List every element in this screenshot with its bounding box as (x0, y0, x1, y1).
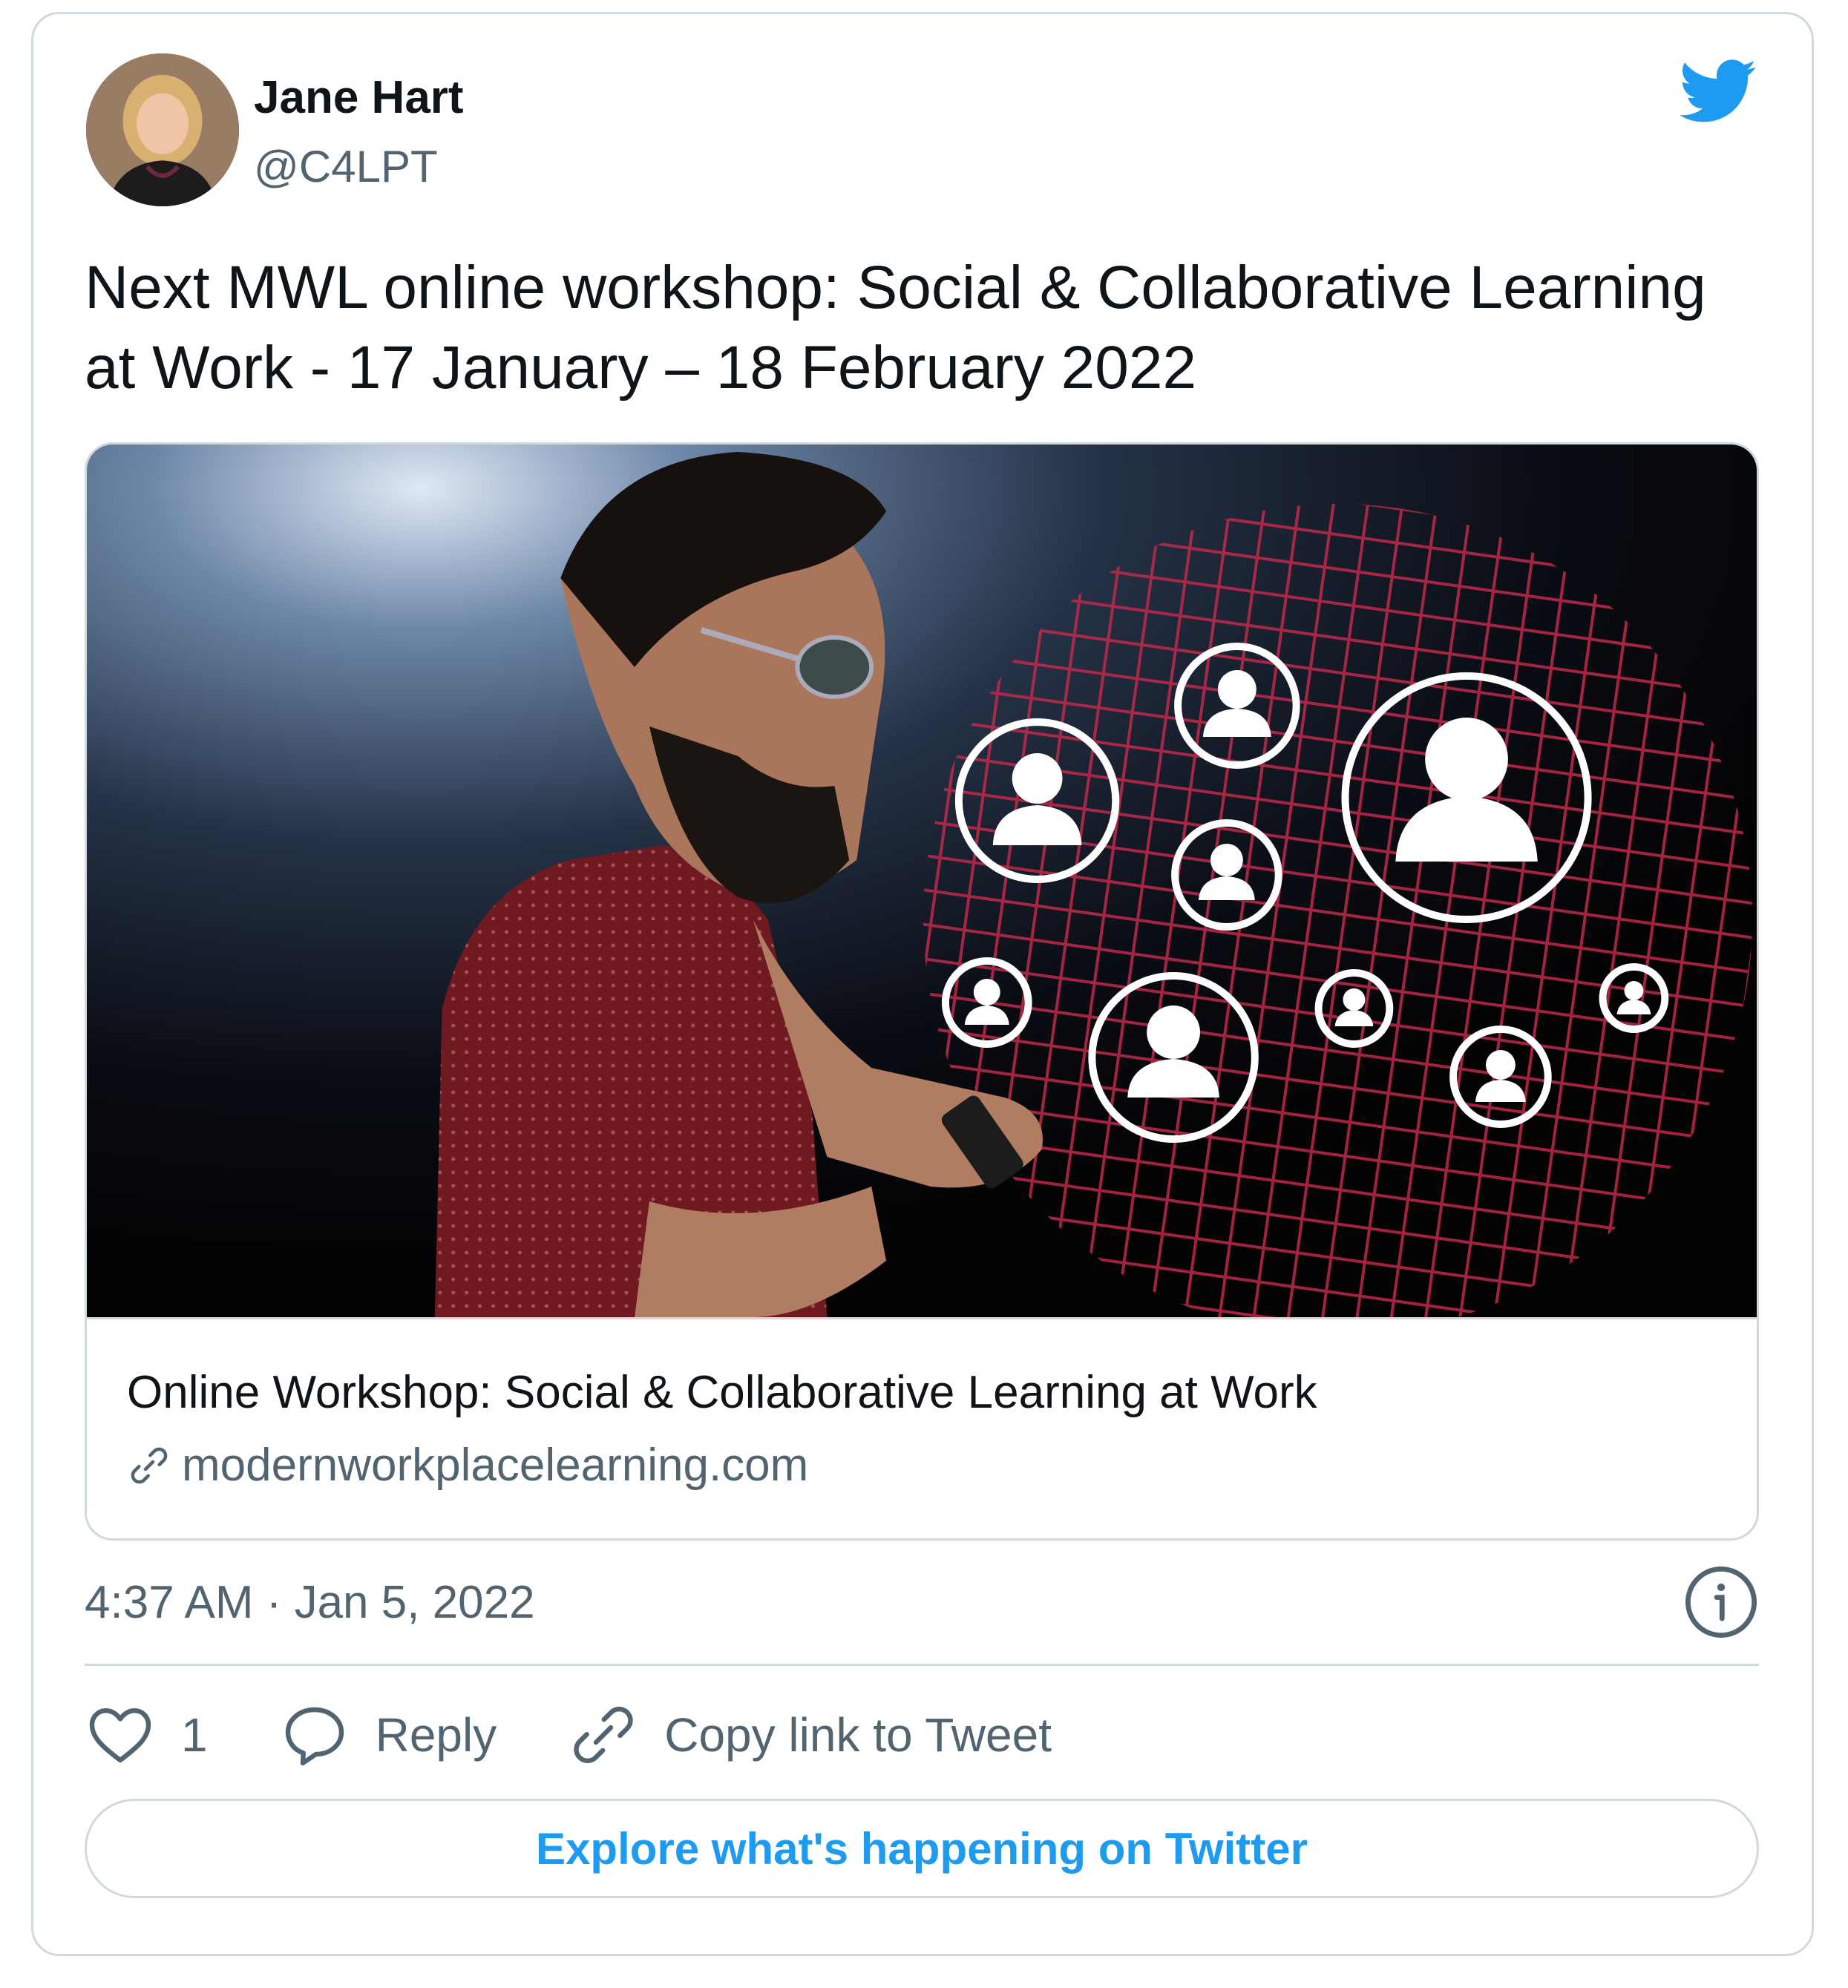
heart-icon (89, 1708, 151, 1763)
twitter-bird-icon[interactable] (1680, 59, 1757, 123)
avatar[interactable] (86, 53, 239, 206)
copy-link-label: Copy link to Tweet (664, 1708, 1052, 1762)
link-preview-image[interactable] (87, 444, 1757, 1319)
link-preview-title[interactable]: Online Workshop: Social & Collaborative … (127, 1366, 1317, 1419)
explore-twitter-button[interactable]: Explore what's happening on Twitter (85, 1799, 1759, 1898)
info-icon[interactable] (1683, 1564, 1759, 1640)
profile-photo-image (86, 53, 239, 206)
author-name[interactable]: Jane Hart (254, 71, 464, 124)
link-preview-domain: modernworkplacelearning.com (182, 1440, 809, 1491)
link-preview-card[interactable]: Online Workshop: Social & Collaborative … (85, 442, 1759, 1541)
divider (85, 1664, 1759, 1666)
reply-button[interactable]: Reply (279, 1699, 497, 1771)
tweet-text: Next MWL online workshop: Social & Colla… (85, 254, 1706, 401)
author-handle[interactable]: @C4LPT (254, 141, 438, 192)
copy-link-button[interactable]: Copy link to Tweet (568, 1699, 1052, 1771)
link-preview-domain-row[interactable]: modernworkplacelearning.com (127, 1439, 808, 1492)
link-icon (131, 1447, 168, 1483)
workshop-illustration (87, 444, 1757, 1317)
reply-label: Reply (375, 1708, 497, 1762)
like-count: 1 (181, 1708, 208, 1762)
like-button[interactable]: 1 (85, 1699, 208, 1771)
link-icon (574, 1706, 633, 1764)
reply-bubble-icon (285, 1707, 344, 1766)
tweet-actions: 1 Reply Copy link to Tweet (85, 1698, 1123, 1772)
tweet-timestamp[interactable]: 4:37 AM · Jan 5, 2022 (85, 1576, 535, 1629)
